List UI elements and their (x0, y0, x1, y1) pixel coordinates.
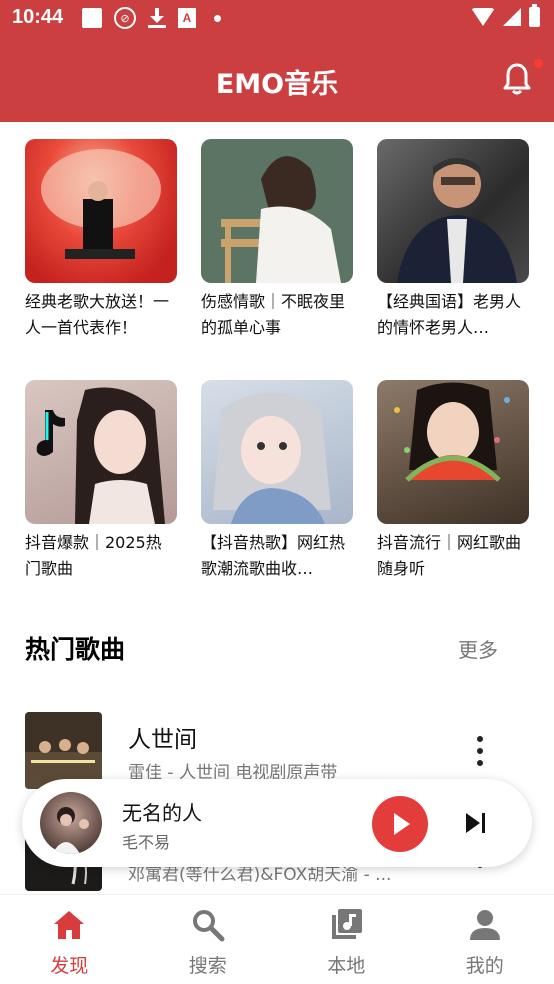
song-cover (25, 712, 102, 789)
playlist-title: 【抖音热歌】网红热歌潮流歌曲收… (201, 533, 346, 578)
playlist-cover (377, 139, 529, 283)
playlist-cover (25, 380, 177, 524)
dot-icon (214, 14, 221, 22)
wifi-icon (471, 8, 495, 26)
playlist-cover (377, 380, 529, 524)
notification-badge (533, 58, 544, 69)
mini-player[interactable]: 无名的人 毛不易 (22, 779, 532, 867)
nav-label: 我的 (465, 955, 504, 977)
notification-icons: ⊘ A (82, 7, 221, 29)
skip-next-icon[interactable] (466, 813, 488, 833)
app-title: EMO音乐 (215, 69, 339, 100)
search-icon (192, 910, 225, 942)
playlist-title: 【经典国语】老男人的情怀老男人… (377, 292, 522, 337)
player-album-art (40, 792, 102, 854)
playlist-cover (25, 139, 177, 283)
playlist-title: 经典老歌大放送！一人一首代表作！ (25, 292, 170, 337)
no-sim-icon: ⊘ (114, 7, 136, 29)
nav-search[interactable]: 搜索 (139, 895, 278, 984)
song-title: 人世间 (128, 727, 197, 753)
battery-icon (529, 4, 540, 27)
status-bar: 10:44 ⊘ A (0, 0, 554, 36)
a-box-icon: A (178, 8, 196, 28)
nav-mine[interactable]: 我的 (416, 895, 554, 984)
playlist-card[interactable]: 抖音爆款｜2025热门歌曲 (25, 380, 177, 582)
nav-discover[interactable]: 发现 (0, 895, 139, 984)
status-time: 10:44 (12, 6, 64, 28)
more-vert-icon[interactable] (466, 736, 494, 766)
signal-icon (503, 8, 521, 26)
home-icon (54, 911, 85, 939)
play-button[interactable] (372, 796, 428, 852)
more-link[interactable]: 更多 (458, 634, 498, 663)
playlist-title: 抖音爆款｜2025热门歌曲 (25, 533, 162, 578)
bottom-nav: 发现 搜索 本地 我的 (0, 894, 554, 984)
bell-icon[interactable] (502, 62, 532, 96)
playlist-card[interactable]: 【抖音热歌】网红热歌潮流歌曲收… (201, 380, 353, 582)
nav-label: 发现 (50, 955, 89, 977)
section-title: 热门歌曲 (25, 635, 126, 664)
app-header: 10:44 ⊘ A EMO音乐 (0, 0, 554, 122)
person-icon (469, 910, 500, 940)
playlist-card[interactable]: 【经典国语】老男人的情怀老男人… (377, 139, 529, 341)
playlist-cover (201, 139, 353, 283)
playlist-card[interactable]: 伤感情歌｜不眠夜里的孤单心事 (201, 139, 353, 341)
playlist-card[interactable]: 抖音流行｜网红歌曲随身听 (377, 380, 529, 582)
player-song-title: 无名的人 (122, 801, 202, 825)
system-icons (471, 4, 540, 27)
player-artist: 毛不易 (122, 833, 171, 852)
download-icon (148, 8, 166, 28)
playlist-cover (201, 380, 353, 524)
square-icon (82, 8, 102, 28)
playlist-title: 伤感情歌｜不眠夜里的孤单心事 (201, 292, 346, 337)
nav-label: 本地 (327, 955, 366, 977)
music-library-icon (332, 909, 363, 939)
playlist-card[interactable]: 经典老歌大放送！一人一首代表作！ (25, 139, 177, 341)
nav-label: 搜索 (188, 955, 227, 977)
playlist-title: 抖音流行｜网红歌曲随身听 (377, 533, 522, 578)
nav-local[interactable]: 本地 (277, 895, 416, 984)
